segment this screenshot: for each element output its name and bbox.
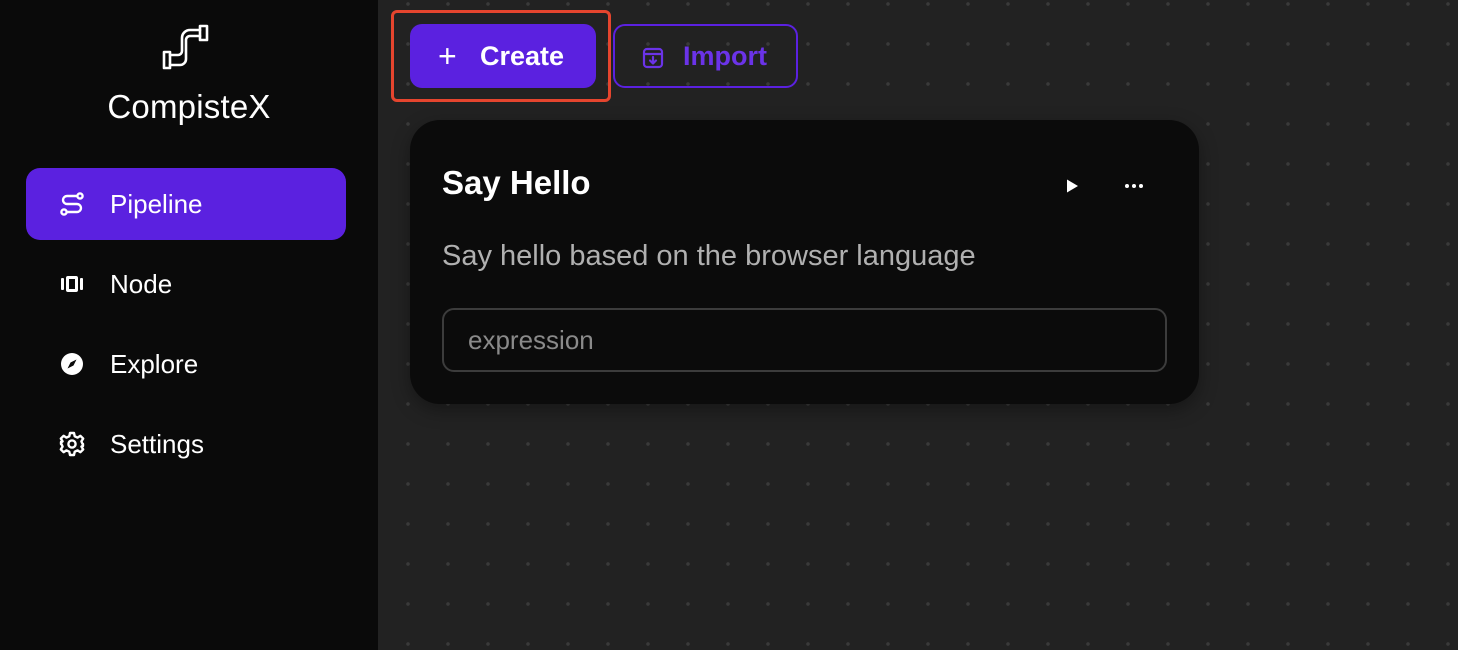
sidebar-item-pipeline[interactable]: Pipeline (26, 168, 346, 240)
plus-icon: + (438, 38, 457, 74)
app-name: CompisteX (107, 88, 271, 125)
sidebar-item-label: Explore (110, 348, 199, 379)
create-button-label: Create (480, 41, 565, 71)
pipeline-title: Say Hello (442, 164, 591, 201)
sidebar-item-label: Node (110, 268, 173, 299)
sidebar-item-label: Pipeline (110, 188, 203, 219)
import-button[interactable]: Import (613, 24, 798, 88)
import-button-label: Import (683, 41, 767, 71)
sidebar: CompisteX Pipeline Node Explore Settings (0, 0, 378, 650)
pipeline-description: Say hello based on the browser language (442, 240, 976, 272)
sidebar-item-label: Settings (110, 428, 204, 459)
sidebar-item-node[interactable]: Node (26, 248, 346, 320)
pipeline-card[interactable]: Say Hello Say hello based on the browser… (410, 120, 1199, 404)
route-icon (58, 190, 86, 218)
compass-icon (58, 350, 86, 378)
create-button[interactable]: + Create (410, 24, 596, 88)
pipe-logo-icon (162, 24, 209, 70)
columns-icon (58, 270, 86, 298)
expression-input[interactable] (442, 308, 1167, 372)
play-icon[interactable] (1058, 172, 1086, 200)
gear-icon (58, 430, 86, 458)
sidebar-item-explore[interactable]: Explore (26, 328, 346, 400)
more-options-icon[interactable] (1120, 172, 1148, 200)
import-box-icon (642, 47, 664, 69)
sidebar-item-settings[interactable]: Settings (26, 408, 346, 480)
